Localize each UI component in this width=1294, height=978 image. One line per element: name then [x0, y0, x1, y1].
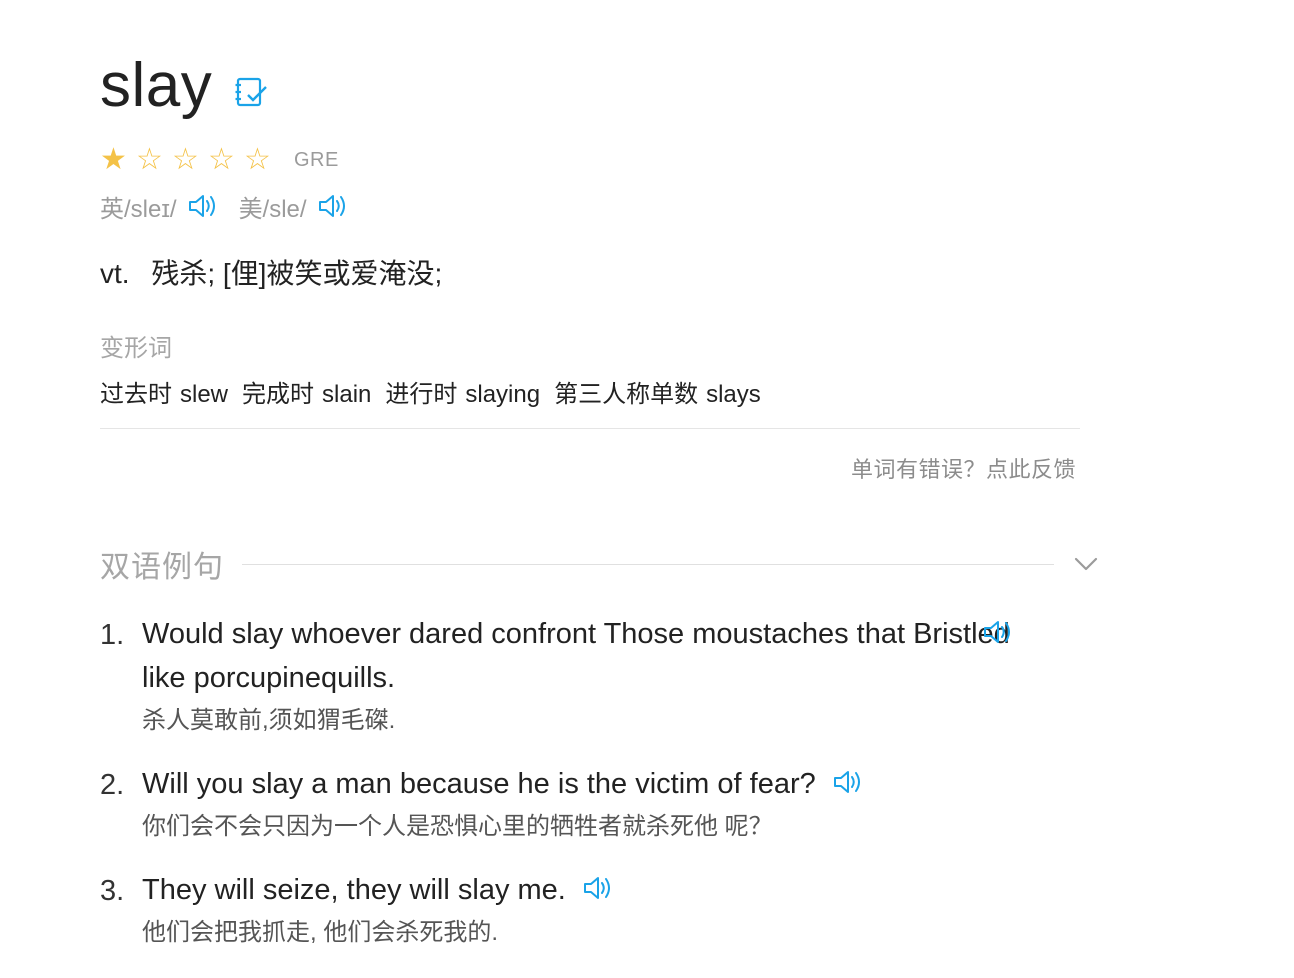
star-empty-icon: ☆: [244, 143, 271, 176]
inflection-form[interactable]: slain: [322, 381, 371, 408]
wordbook-add-icon[interactable]: [234, 75, 268, 109]
inflection-item: 进行时 slaying: [385, 374, 540, 409]
definition: vt. 残杀; [俚]被笑或爱淹没;: [100, 252, 442, 292]
inflection-type: 进行时: [385, 381, 458, 408]
exam-tag: GRE: [294, 148, 339, 171]
pronunciation-uk: 英/sleɪ/: [100, 189, 219, 224]
example-english-text: They will seize, they will slay me.: [142, 874, 566, 906]
word-header: slay: [100, 46, 268, 126]
example-number: 2.: [100, 769, 125, 801]
inflection-form[interactable]: slays: [706, 381, 761, 408]
example-chinese: 你们会不会只因为一个人是恐惧心里的牺牲者就杀死他 呢？: [142, 813, 773, 840]
inflection-item: 完成时 slain: [242, 374, 371, 409]
part-of-speech: vt.: [100, 258, 130, 289]
inflection-form[interactable]: slaying: [465, 381, 540, 408]
speaker-icon[interactable]: [582, 874, 614, 902]
phonetic-uk: 英/sleɪ/: [100, 195, 177, 223]
example-english: Will you slay a man because he is the vi…: [142, 762, 1060, 806]
example-english-text: Will you slay a man because he is the vi…: [142, 768, 816, 800]
examples-list: 1. Would slay whoever dared confront Tho…: [100, 612, 1060, 974]
example-body: Would slay whoever dared confront Those …: [142, 612, 1060, 740]
example-item: 2. Will you slay a man because he is the…: [100, 762, 1060, 846]
star-empty-icon: ☆: [136, 143, 163, 176]
speaker-icon[interactable]: [982, 618, 1014, 646]
example-body: Will you slay a man because he is the vi…: [142, 762, 1060, 846]
speaker-icon[interactable]: [187, 192, 219, 220]
inflection-item: 第三人称单数 slays: [554, 374, 761, 409]
example-body: They will seize, they will slay me. 他们会把…: [142, 868, 1060, 952]
speaker-icon[interactable]: [317, 192, 349, 220]
example-english: Would slay whoever dared confront Those …: [142, 612, 1022, 700]
bilingual-examples-header[interactable]: 双语例句: [100, 540, 1100, 588]
feedback-link[interactable]: 单词有错误？点此反馈: [851, 452, 1076, 484]
inflection-type: 完成时: [242, 381, 315, 408]
divider: [100, 428, 1080, 429]
pronunciation-row: 英/sleɪ/ 美/sle/: [100, 186, 369, 226]
example-number: 3.: [100, 875, 125, 907]
inflection-form[interactable]: slew: [180, 381, 228, 408]
inflection-type: 过去时: [100, 381, 172, 408]
inflections-list: 过去时 slew 完成时 slain 进行时 slaying 第三人称单数 slays: [100, 374, 775, 409]
example-english-text: Would slay whoever dared confront Those …: [142, 618, 1010, 694]
definition-text: 残杀; [俚]被笑或爱淹没;: [151, 258, 443, 289]
star-empty-icon: ☆: [208, 143, 235, 176]
example-chinese: 杀人莫敢前,须如猬毛磔.: [142, 707, 396, 734]
example-item: 3. They will seize, they will slay me. 他…: [100, 868, 1060, 952]
chevron-down-icon[interactable]: [1072, 550, 1100, 578]
section-title: 双语例句: [100, 551, 224, 584]
inflection-type: 第三人称单数: [554, 381, 699, 408]
example-item: 1. Would slay whoever dared confront Tho…: [100, 612, 1060, 740]
section-divider: [242, 563, 1054, 565]
inflections-label: 变形词: [100, 335, 172, 362]
headword: slay: [100, 51, 213, 120]
phonetic-us: 美/sle/: [238, 195, 307, 223]
star-empty-icon: ☆: [172, 143, 199, 176]
speaker-icon[interactable]: [832, 768, 864, 796]
example-english: They will seize, they will slay me.: [142, 868, 1060, 912]
inflection-item: 过去时 slew: [100, 374, 228, 409]
example-chinese: 他们会把我抓走, 他们会杀死我的.: [142, 919, 499, 946]
frequency-rating: ★ ☆ ☆ ☆ ☆ GRE: [100, 142, 339, 178]
star-filled-icon: ★: [100, 143, 127, 176]
pronunciation-us: 美/sle/: [239, 189, 349, 224]
example-number: 1.: [100, 619, 125, 651]
